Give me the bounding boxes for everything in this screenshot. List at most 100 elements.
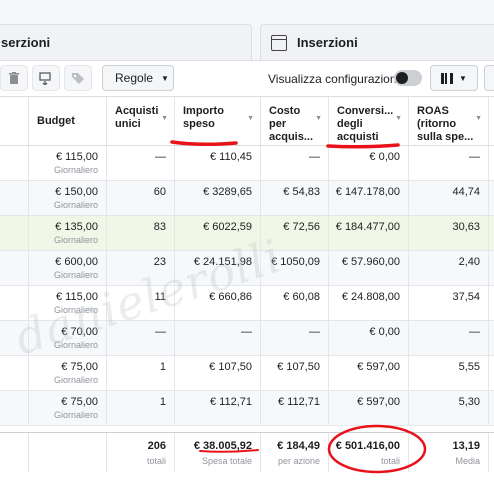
amount-spent-cell-value: € 110,45 (209, 151, 252, 163)
tab-ads[interactable]: Inserzioni (260, 24, 494, 60)
unique-purchases-cell-value: — (155, 326, 166, 338)
header-budget-label: Budget (37, 115, 75, 127)
duplicate-button[interactable] (32, 65, 60, 91)
amount-spent-cell-value: € 107,50 (209, 361, 252, 373)
footer-caption: totali (380, 456, 400, 466)
budget-cell-value: € 115,00 (55, 151, 98, 163)
cost-per-purchase-cell-value: € 60,08 (283, 291, 320, 303)
header-budget[interactable]: Budget (28, 97, 106, 145)
budget-cell-period: Giornaliero (53, 270, 98, 280)
toggle-knob (396, 72, 408, 84)
table-row[interactable]: € 150,00 Giornaliero 60 € 3289,65 € 54,83 € 1… (0, 181, 494, 216)
table-row[interactable]: € 70,00 Giornaliero — — — € 0,00 — (0, 321, 494, 356)
budget-cell-value: € 600,00 (55, 256, 98, 268)
unique-purchases-cell-value: 23 (153, 256, 166, 268)
edge-cell (488, 391, 494, 425)
header-cost-per-purchase[interactable]: Costo per acquis... ▼ (260, 97, 328, 145)
roas-cell-value: — (469, 151, 480, 163)
table-row[interactable]: € 75,00 Giornaliero 1 € 107,50 € 107,50 € 597… (0, 356, 494, 391)
conversion-value-cell-value: € 184.477,00 (335, 221, 400, 233)
table-row[interactable]: € 75,00 Giornaliero 1 € 112,71 € 112,71 € 597… (0, 391, 494, 426)
cost-per-purchase-cell-value: € 107,50 (277, 361, 320, 373)
amount-spent-cell: € 112,71 (174, 391, 260, 425)
budget-cell-value: € 150,00 (55, 186, 98, 198)
amount-spent-cell: € 3289,65 (174, 181, 260, 215)
amount-spent-cell-value: € 24.151,98 (193, 256, 252, 268)
header-conversion-label: Conversi... degli acquisti (337, 105, 394, 143)
roas-cell-value: 5,55 (458, 361, 480, 373)
rules-label: Regole (115, 71, 154, 85)
unique-purchases-cell: 60 (106, 181, 174, 215)
roas-cell-value: 5,30 (458, 396, 480, 408)
chevron-down-icon: ▼ (459, 73, 467, 83)
budget-cell: € 600,00 Giornaliero (28, 251, 106, 285)
footer-roas: 13,19 Media (408, 433, 488, 472)
tag-button[interactable] (64, 65, 92, 91)
edge-cell (488, 146, 494, 180)
footer-amount-spent: € 38.005,92 Spesa totale (174, 433, 260, 472)
conversion-value-cell: € 597,00 (328, 391, 408, 425)
view-configuration-toggle[interactable] (394, 70, 422, 86)
table-row[interactable]: € 135,00 Giornaliero 83 € 6022,59 € 72,56 € 1… (0, 216, 494, 251)
cost-per-purchase-cell-value: € 112,71 (277, 396, 320, 408)
footer-cost-per-purchase: € 184,49 per azione (260, 433, 328, 472)
conversion-value-cell: € 0,00 (328, 146, 408, 180)
table-row[interactable]: € 115,00 Giornaliero — € 110,45 — € 0,00 — (0, 146, 494, 181)
roas-cell: — (408, 146, 488, 180)
tab-ads-label: Inserzioni (297, 35, 358, 50)
header-cell-checkbox (0, 97, 28, 145)
footer-value: 206 (147, 440, 166, 452)
sort-icon: ▼ (395, 115, 402, 122)
breakdown-button[interactable] (484, 65, 494, 91)
budget-cell: € 115,00 Giornaliero (28, 146, 106, 180)
row-select-cell (0, 181, 28, 215)
conversion-value-cell-value: € 0,00 (369, 151, 400, 163)
conversion-value-cell: € 184.477,00 (328, 216, 408, 250)
conversion-value-cell-value: € 24.808,00 (341, 291, 400, 303)
budget-cell-period: Giornaliero (53, 410, 98, 420)
amount-spent-cell: € 24.151,98 (174, 251, 260, 285)
unique-purchases-cell: — (106, 321, 174, 355)
cost-per-purchase-cell: € 1050,09 (260, 251, 328, 285)
sort-icon: ▼ (247, 115, 254, 122)
roas-cell: — (408, 321, 488, 355)
budget-cell-period: Giornaliero (53, 200, 98, 210)
conversion-value-cell: € 0,00 (328, 321, 408, 355)
header-roas[interactable]: ROAS (ritorno sulla spe... ▼ (408, 97, 488, 145)
cost-per-purchase-cell-value: € 72,56 (283, 221, 320, 233)
header-unique-purchases[interactable]: Acquisti unici ▼ (106, 97, 174, 145)
cost-per-purchase-cell: € 54,83 (260, 181, 328, 215)
sort-icon: ▼ (315, 115, 322, 122)
row-select-cell (0, 391, 28, 425)
footer-cell (488, 433, 494, 472)
edge-cell (488, 286, 494, 320)
budget-cell-period: Giornaliero (53, 340, 98, 350)
cost-per-purchase-cell: — (260, 146, 328, 180)
roas-cell: 37,54 (408, 286, 488, 320)
budget-cell: € 150,00 Giornaliero (28, 181, 106, 215)
edge-cell (488, 251, 494, 285)
trash-button[interactable] (0, 65, 28, 91)
header-amount-spent[interactable]: Importo speso ▼ (174, 97, 260, 145)
table-header-row: Budget Acquisti unici ▼ Importo speso ▼ Co… (0, 96, 494, 146)
footer-conversion-value: € 501.416,00 totali (328, 433, 408, 472)
tab-ad-sets[interactable]: serzioni (0, 24, 252, 60)
edge-cell (488, 216, 494, 250)
table-row[interactable]: € 115,00 Giornaliero 11 € 660,86 € 60,08 € 24… (0, 286, 494, 321)
budget-cell: € 75,00 Giornaliero (28, 356, 106, 390)
cost-per-purchase-cell-value: — (309, 151, 320, 163)
unique-purchases-cell-value: 1 (159, 361, 166, 373)
rules-dropdown[interactable]: Regole ▼ (102, 65, 174, 91)
unique-purchases-cell-value: 11 (154, 291, 166, 303)
roas-cell-value: 30,63 (452, 221, 480, 233)
conversion-value-cell: € 597,00 (328, 356, 408, 390)
unique-purchases-cell-value: 60 (153, 186, 166, 198)
amount-spent-cell-value: € 660,86 (209, 291, 252, 303)
table-row[interactable]: € 600,00 Giornaliero 23 € 24.151,98 € 1050,0… (0, 251, 494, 286)
header-cell-edge (488, 97, 494, 145)
conversion-value-cell-value: € 597,00 (357, 361, 400, 373)
header-purchase-conversion-value[interactable]: Conversi... degli acquisti ▼ (328, 97, 408, 145)
columns-dropdown[interactable]: ▼ (430, 65, 478, 91)
ad-icon (271, 34, 287, 51)
edge-cell (488, 356, 494, 390)
